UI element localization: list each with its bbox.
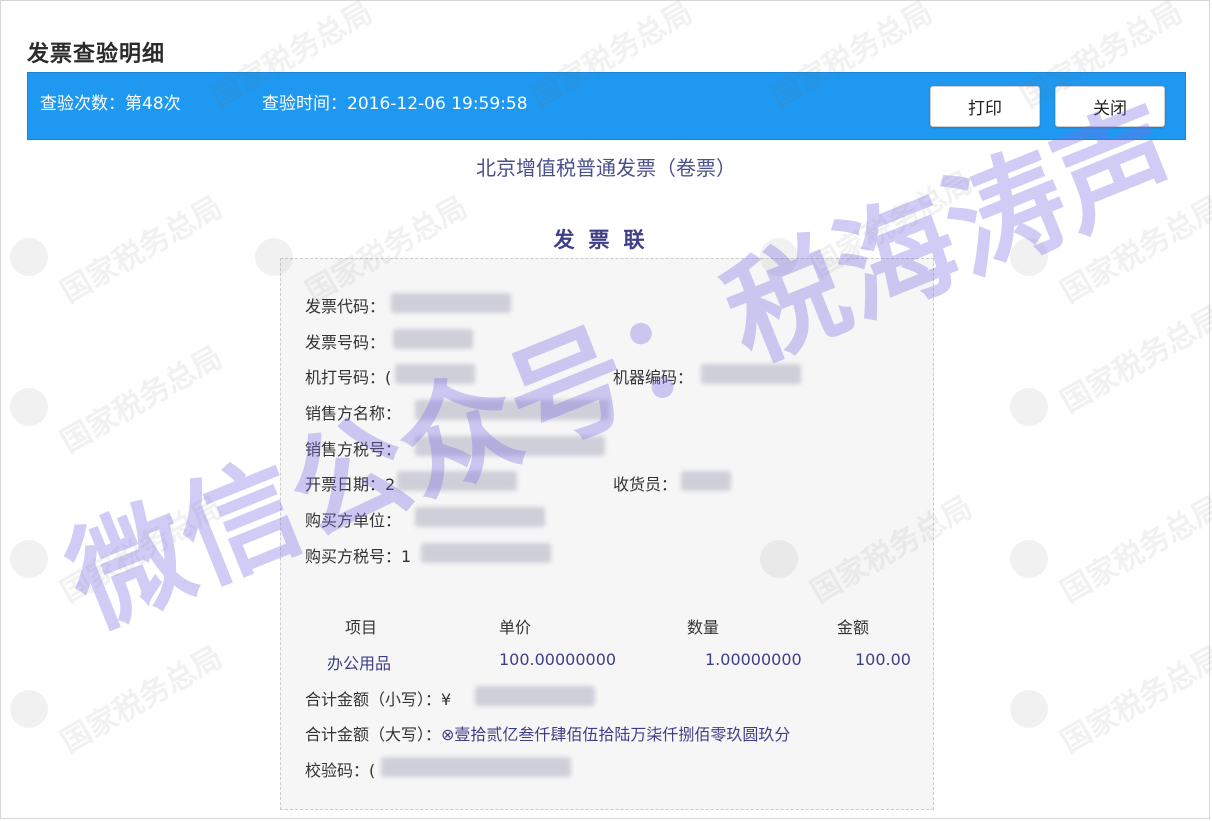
redacted-invoice-code: [391, 293, 511, 313]
redacted-cashier: [681, 471, 731, 491]
check-code-label: 校验码：(: [305, 761, 376, 780]
cashier-label: 收货员：: [613, 475, 678, 494]
redacted-seller-tax: [415, 436, 605, 456]
table-header-quantity: 数量: [687, 618, 720, 637]
close-button[interactable]: 关闭: [1055, 86, 1165, 127]
table-header-amount: 金额: [837, 618, 870, 637]
total-small-label: 合计金额（小写）：¥: [305, 690, 452, 709]
invoice-type-title: 北京增值税普通发票（卷票）: [476, 156, 736, 180]
invoice-number-label: 发票号码：: [305, 333, 386, 352]
issue-date-label: 开票日期：2: [305, 475, 396, 494]
page-title: 发票查验明细: [27, 42, 166, 67]
buyer-unit-label: 购买方单位：: [305, 511, 402, 530]
total-big-value: ⊗壹拾贰亿叁仟肆佰伍拾陆万柒仟捌佰零玖圆玖分: [441, 725, 791, 744]
redacted-invoice-number: [393, 329, 473, 349]
table-header-item: 项目: [345, 618, 378, 637]
invoice-code-label: 发票代码：: [305, 297, 386, 316]
machine-print-number-label: 机打号码：(: [305, 368, 392, 387]
redacted-seller-name: [415, 400, 609, 420]
seller-name-label: 销售方名称：: [305, 404, 402, 423]
invoice-copy-name: 发票联: [553, 228, 659, 252]
check-count: 查验次数：第48次: [40, 94, 181, 114]
redacted-machine-code: [701, 364, 801, 384]
total-big-row: 合计金额（大写）：⊗壹拾贰亿叁仟肆佰伍拾陆万柒仟捌佰零玖圆玖分: [305, 721, 790, 745]
table-cell-quantity: 1.00000000: [705, 650, 802, 669]
table-cell-unit-price: 100.00000000: [499, 650, 617, 669]
table-header-unit-price: 单价: [499, 618, 532, 637]
seller-tax-label: 销售方税号：: [305, 440, 402, 459]
machine-code-label: 机器编码：: [613, 368, 694, 387]
table-cell-amount: 100.00: [855, 650, 911, 669]
redacted-issue-date: [397, 471, 517, 491]
redacted-check-code: [381, 757, 571, 777]
info-bar: 查验次数：第48次 查验时间：2016-12-06 19:59:58 打印 关闭: [27, 72, 1186, 140]
redacted-buyer-tax: [421, 543, 551, 563]
redacted-machine-print-number: [395, 364, 475, 384]
redacted-buyer-unit: [415, 507, 545, 527]
print-button[interactable]: 打印: [930, 86, 1040, 127]
buyer-tax-label: 购买方税号：1: [305, 547, 412, 566]
total-big-label: 合计金额（大写）：: [305, 725, 442, 744]
redacted-total-small: [475, 686, 595, 706]
invoice-detail-box: 发票代码： 发票号码： 机打号码：( 机器编码： 销售方名称： 销售方税号： 开…: [280, 258, 934, 810]
check-time: 查验时间：2016-12-06 19:59:58: [262, 94, 528, 114]
table-cell-item: 办公用品: [327, 654, 392, 673]
